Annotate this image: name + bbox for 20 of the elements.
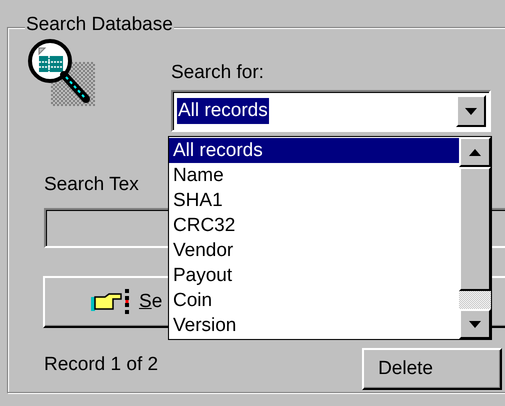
dropdown-option[interactable]: Name xyxy=(169,163,459,188)
scroll-up-icon[interactable] xyxy=(459,137,491,167)
search-for-dropdown[interactable]: All records xyxy=(171,90,491,132)
dropdown-option[interactable]: SHA1 xyxy=(169,188,459,213)
scrollbar[interactable] xyxy=(459,137,491,339)
dropdown-option[interactable]: Payout xyxy=(169,263,459,288)
scroll-down-icon[interactable] xyxy=(459,309,491,339)
dropdown-option[interactable]: Version xyxy=(169,313,459,338)
search-for-label: Search for: xyxy=(171,62,265,84)
delete-button[interactable]: Delete xyxy=(362,348,502,390)
scroll-track[interactable] xyxy=(459,291,491,309)
search-text-label: Search Tex xyxy=(44,174,139,196)
selected-value: All records xyxy=(177,98,269,124)
dropdown-option[interactable]: All records xyxy=(169,138,459,163)
record-counter: Record 1 of 2 xyxy=(44,354,158,376)
dropdown-option[interactable]: Vendor xyxy=(169,238,459,263)
magnifier-document-icon xyxy=(25,36,97,108)
dropdown-option[interactable]: CRC32 xyxy=(169,213,459,238)
dropdown-option[interactable]: Coin xyxy=(169,288,459,313)
scroll-thumb[interactable] xyxy=(459,167,491,291)
